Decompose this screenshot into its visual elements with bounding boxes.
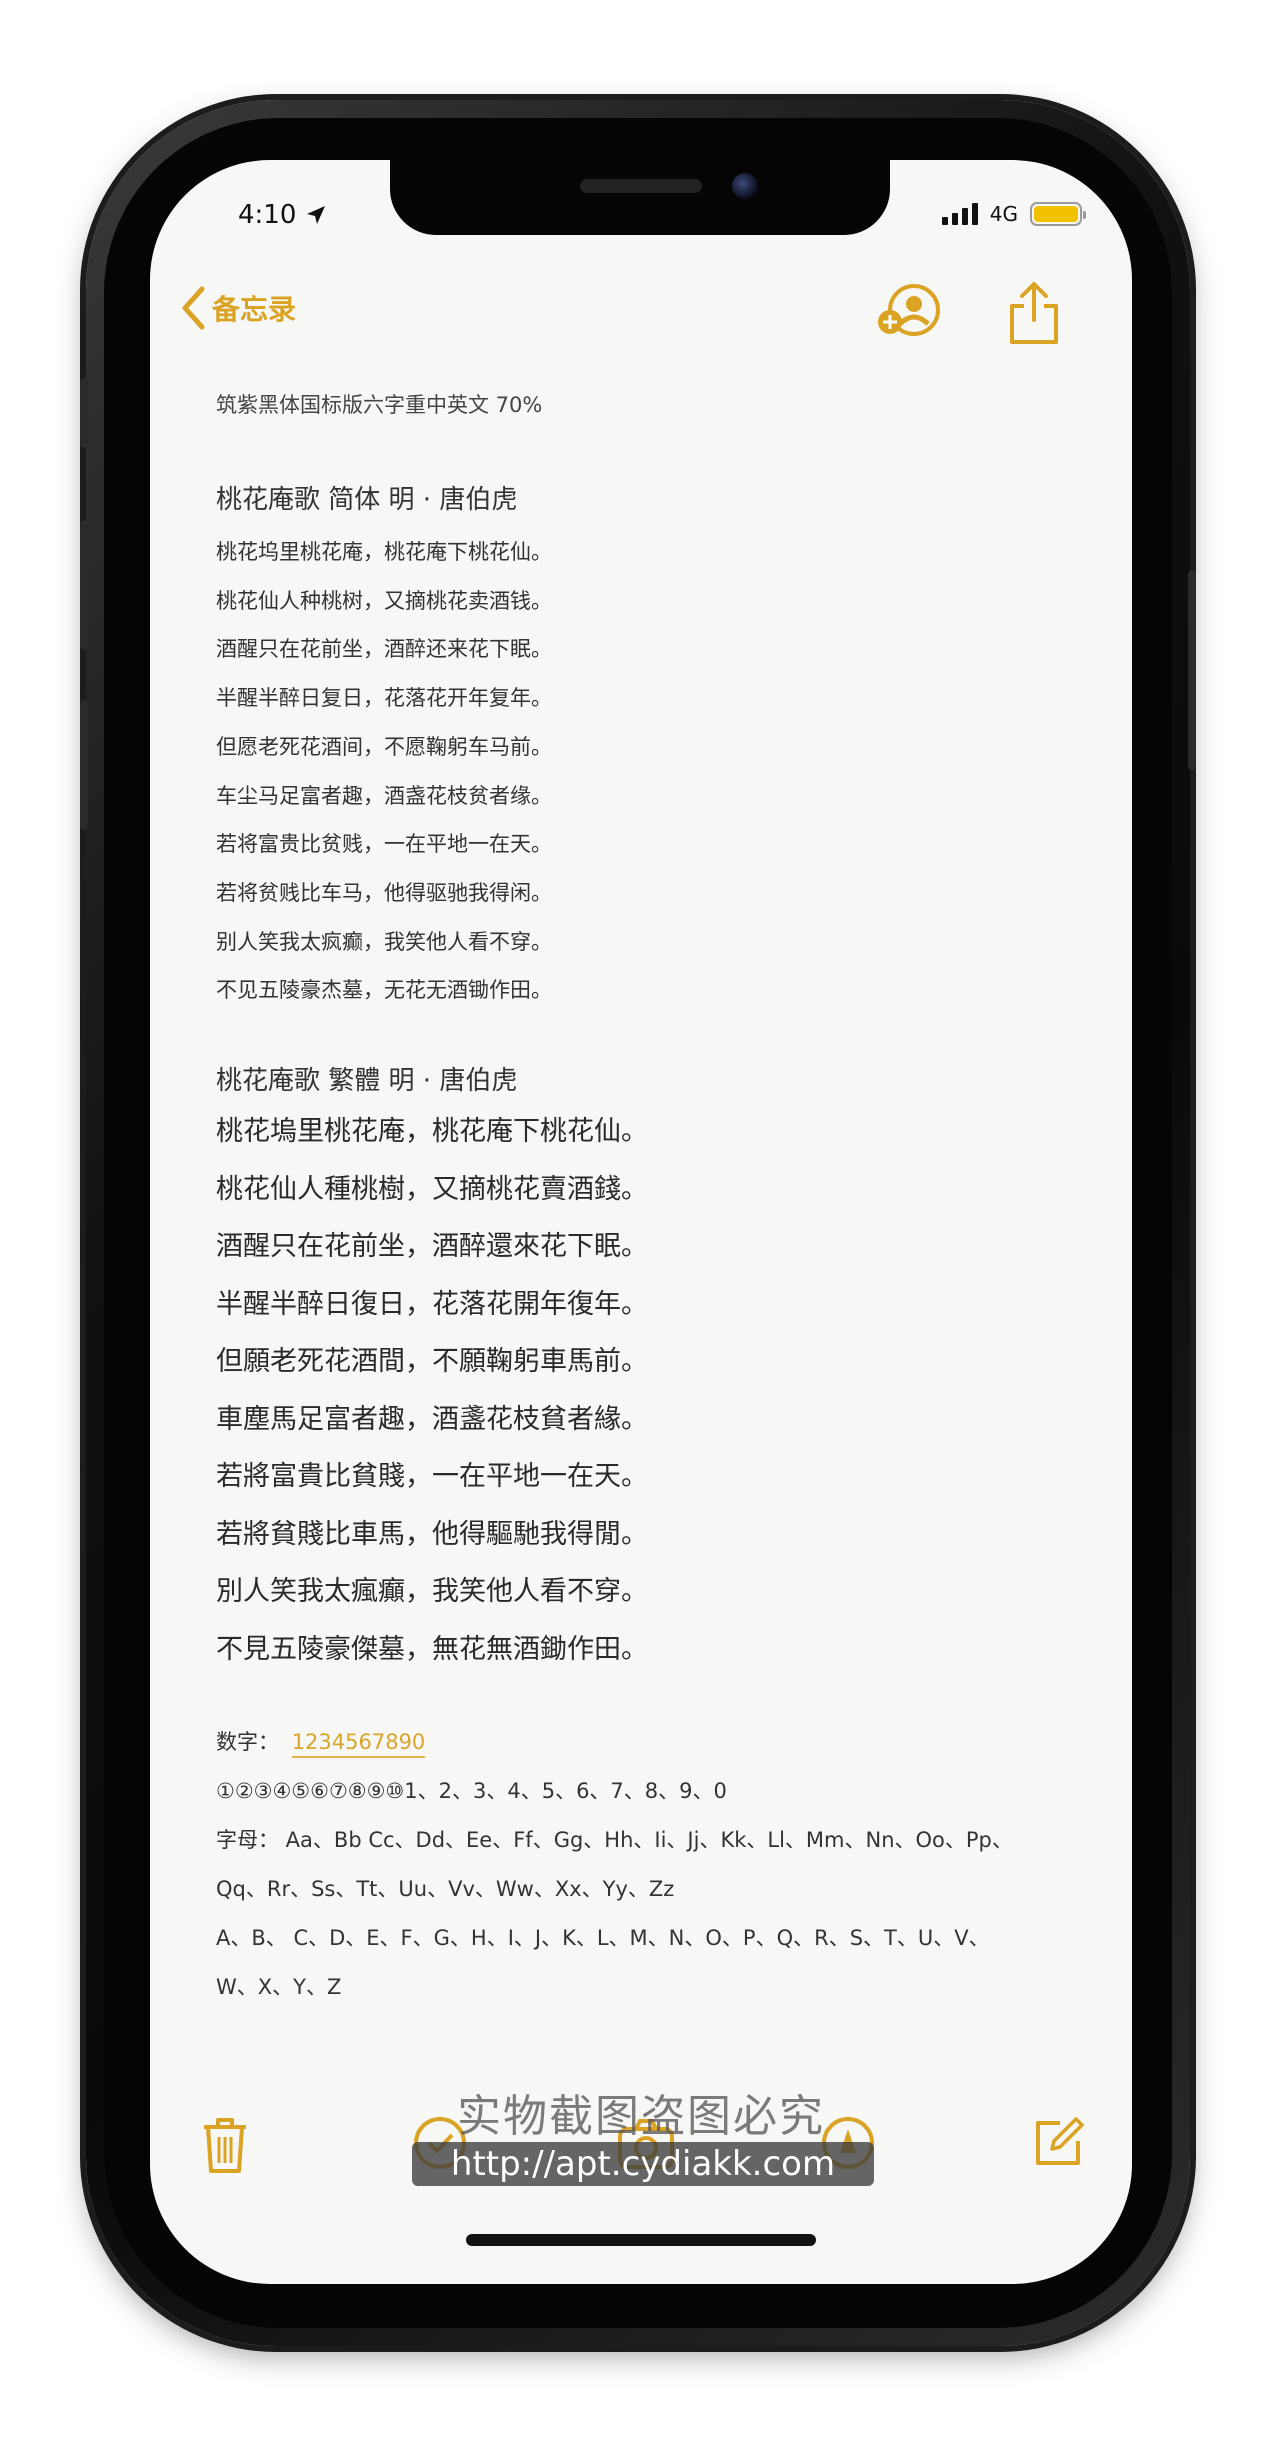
poem-title-simplified: 桃花庵歌 简体 明 · 唐伯虎 [216, 485, 518, 515]
poem-line: 別人笑我太瘋癲，我笑他人看不穿。 [216, 1576, 648, 1608]
volume-up-button [80, 520, 88, 650]
chevron-left-icon [182, 286, 205, 330]
location-arrow-icon [307, 206, 326, 224]
sample-characters: 数字： 1234567890 ①②③④⑤⑥⑦⑧⑨⑩1、2、3、4、5、6、7、8… [216, 1718, 1072, 2012]
poem-line: 若將貧賤比車馬，他得驅馳我得閒。 [216, 1518, 648, 1550]
status-time: 4:10 [238, 200, 328, 230]
poem-line: 半醒半醉日复日，花落花开年复年。 [216, 686, 552, 711]
poem-line: 酒醒只在花前坐，酒醉還來花下眠。 [216, 1231, 648, 1263]
note-body[interactable]: 筑紫黑体国标版六字重中英文 70% 桃花庵歌 简体 明 · 唐伯虎 桃花坞里桃花… [216, 390, 1072, 2012]
poem-line: 桃花塢里桃花庵，桃花庵下桃花仙。 [216, 1116, 648, 1148]
poem-line: 不见五陵豪杰墓，无花无酒锄作田。 [216, 978, 552, 1003]
battery-level [1034, 206, 1078, 222]
screen: 4:10 4G 备忘录 筑紫黑体国标版六字重中英文 70% 桃花庵歌 简体 明 … [150, 160, 1132, 2284]
volume-down-button [80, 700, 88, 830]
mute-switch [80, 378, 88, 448]
poem-line: 但愿老死花酒间，不愿鞠躬车马前。 [216, 734, 552, 759]
poem-line: 车尘马足富者趣，酒盏花枝贫者缘。 [216, 783, 552, 808]
power-button [1188, 570, 1196, 770]
poem-line: 但願老死花酒間，不願鞠躬車馬前。 [216, 1346, 648, 1378]
cellular-signal-icon [941, 203, 978, 225]
status-time-text: 4:10 [238, 200, 297, 230]
poem-line: 酒醒只在花前坐，酒醉还来花下眠。 [216, 637, 552, 662]
poem-line: 别人笑我太疯癫，我笑他人看不穿。 [216, 929, 552, 954]
poem-line: 不見五陵豪傑墓，無花無酒鋤作田。 [216, 1633, 648, 1665]
device-mockup: 4:10 4G 备忘录 筑紫黑体国标版六字重中英文 70% 桃花庵歌 简体 明 … [0, 0, 1280, 2445]
share-icon [1010, 282, 1058, 344]
poem-traditional: 桃花庵歌 繁體 明 · 唐伯虎 桃花塢里桃花庵，桃花庵下桃花仙。 桃花仙人種桃樹… [216, 1063, 1072, 1678]
poem-line: 桃花仙人種桃樹，又摘桃花賣酒錢。 [216, 1173, 648, 1205]
digit-symbols: ①②③④⑤⑥⑦⑧⑨⑩1、2、3、4、5、6、7、8、9、0 [216, 1779, 727, 1804]
digits-link[interactable]: 1234567890 [291, 1730, 426, 1759]
digits-label: 数字： [216, 1730, 279, 1755]
poem-line: 若將富貴比貧賤，一在平地一在天。 [216, 1461, 648, 1493]
share-button[interactable] [1006, 280, 1062, 350]
poem-line: 桃花仙人种桃树，又摘桃花卖酒钱。 [216, 588, 552, 613]
font-description: 筑紫黑体国标版六字重中英文 70% [216, 393, 543, 417]
poem-line: 若将富贵比贫贱，一在平地一在天。 [216, 832, 552, 857]
watermark-text: 实物截图盗图必究 [457, 2091, 825, 2142]
add-person-button[interactable] [874, 282, 944, 346]
battery-icon [1030, 202, 1086, 226]
back-button[interactable]: 备忘录 [180, 285, 296, 331]
poem-line: 若将贫贱比车马，他得驱驰我得闲。 [216, 880, 552, 905]
status-indicators: 4G [941, 202, 1086, 226]
poem-simplified: 桃花庵歌 简体 明 · 唐伯虎 桃花坞里桃花庵，桃花庵下桃花仙。 桃花仙人种桃树… [216, 482, 1072, 1015]
digits-row: 数字： 1234567890 [216, 1718, 1072, 1767]
network-type: 4G [989, 202, 1018, 226]
poem-line: 桃花坞里桃花庵，桃花庵下桃花仙。 [216, 540, 552, 564]
uppercase-line-1: A、B、 C、D、E、F、G、H、I、J、K、L、M、N、O、P、Q、R、S、T… [216, 1926, 990, 1951]
add-person-icon [878, 284, 940, 336]
notch [390, 160, 890, 235]
front-camera [732, 173, 758, 199]
poem-title-traditional: 桃花庵歌 繁體 明 · 唐伯虎 [216, 1066, 518, 1097]
poem-line: 半醒半醉日復日，花落花開年復年。 [216, 1288, 648, 1320]
poem-line: 車塵馬足富者趣，酒盞花枝貧者緣。 [216, 1403, 648, 1435]
home-indicator[interactable] [466, 2234, 816, 2246]
back-button-label: 备忘录 [212, 293, 297, 326]
uppercase-line-2: W、X、Y、Z [216, 1975, 342, 2000]
earpiece-speaker [580, 179, 702, 193]
letters-line-1: 字母： Aa、Bb Cc、Dd、Ee、Ff、Gg、Hh、Ii、Jj、Kk、Ll、… [216, 1828, 1013, 1853]
watermark-url: http://apt.cydiakk.com [412, 2142, 874, 2186]
letters-line-2: Qq、Rr、Ss、Tt、Uu、Vv、Ww、Xx、Yy、Zz [216, 1877, 675, 1902]
